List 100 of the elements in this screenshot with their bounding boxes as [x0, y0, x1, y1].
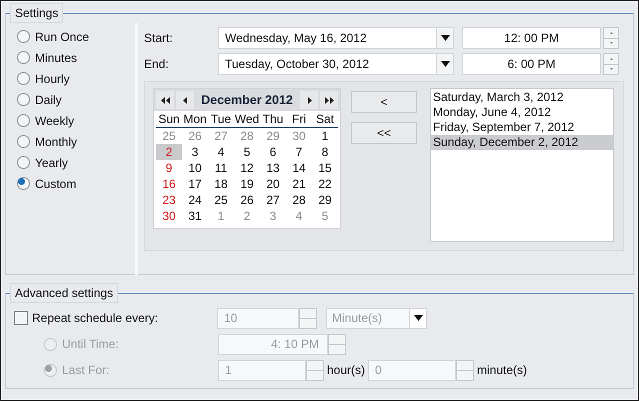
up-arrow-icon	[610, 58, 612, 60]
calendar-day[interactable]: 14	[286, 160, 312, 176]
number-field: 1	[218, 360, 306, 380]
radio-label: Monthly	[35, 134, 78, 150]
radio-label: Weekly	[35, 112, 74, 130]
previous-year-button[interactable]	[156, 91, 174, 109]
weekday-header: Mon	[182, 112, 208, 128]
calendar-month-title: December 2012	[200, 92, 294, 109]
calendar-day[interactable]: 21	[286, 176, 312, 192]
radio-button[interactable]	[17, 30, 30, 43]
next-year-button[interactable]	[320, 91, 338, 109]
calendar-day[interactable]: 6	[260, 144, 286, 160]
radio-label: Hourly	[35, 70, 70, 88]
spin-buttons[interactable]	[603, 27, 619, 49]
date-value: Tuesday, October 30, 2012	[225, 56, 370, 73]
weekday-header: Sun	[156, 112, 182, 128]
calendar-day[interactable]: 13	[260, 160, 286, 176]
date-value: Wednesday, May 16, 2012	[225, 30, 368, 47]
double-left-arrow-icon	[160, 96, 170, 104]
radio-button[interactable]	[17, 114, 30, 127]
date-dropdown[interactable]: Wednesday, May 16, 2012	[218, 27, 454, 49]
calendar-day[interactable]: 22	[312, 176, 338, 192]
calendar-day[interactable]: 8	[312, 144, 338, 160]
calendar-day[interactable]: 12	[234, 160, 260, 176]
time-field: 4: 10 PM	[218, 334, 328, 354]
field-label: Start:	[143, 30, 174, 47]
calendar-day[interactable]: 7	[286, 144, 312, 160]
calendar-day[interactable]: 10	[182, 160, 208, 176]
date-list-item[interactable]: Sunday, December 2, 2012	[431, 135, 613, 150]
dropdown-value: Minute(s)	[332, 310, 384, 327]
date-list-item[interactable]: Friday, September 7, 2012	[431, 120, 613, 135]
field-label: End:	[143, 56, 170, 73]
calendar-day[interactable]: 26	[234, 192, 260, 208]
calendar-day[interactable]: 29	[312, 192, 338, 208]
calendar-day[interactable]: 16	[156, 176, 182, 192]
calendar-day[interactable]: 11	[208, 160, 234, 176]
calendar-day[interactable]: 28	[286, 192, 312, 208]
spin-buttons[interactable]	[306, 360, 324, 380]
date-list-item[interactable]: Monday, June 4, 2012	[431, 105, 613, 120]
calendar-day[interactable]: 31	[182, 208, 208, 224]
checkbox-label: Repeat schedule every:	[32, 310, 160, 327]
dropdown-button[interactable]	[436, 54, 453, 74]
radio-label: Run Once	[35, 28, 90, 46]
radio-button[interactable]	[17, 177, 30, 190]
unit-label: hour(s)	[327, 362, 366, 379]
radio-button[interactable]	[17, 135, 30, 148]
down-arrow-icon	[610, 68, 612, 70]
weekday-header: Wed	[234, 112, 260, 128]
calendar-day[interactable]: 18	[208, 176, 234, 192]
previous-month-button[interactable]	[176, 91, 194, 109]
calendar-day[interactable]: 5	[234, 144, 260, 160]
calendar-day[interactable]: 19	[234, 176, 260, 192]
spin-buttons[interactable]	[603, 53, 619, 75]
dropdown-button[interactable]	[436, 28, 453, 48]
remove-date-button[interactable]: <<	[351, 122, 417, 144]
weekday-header: Sat	[312, 112, 338, 128]
down-arrow-icon	[610, 42, 612, 44]
calendar-day[interactable]: 20	[260, 176, 286, 192]
calendar-day[interactable]: 27	[260, 192, 286, 208]
spin-buttons[interactable]	[299, 308, 317, 328]
time-field[interactable]: 6: 00 PM	[462, 53, 601, 75]
caret-down-icon	[414, 315, 422, 321]
radio-label: Custom	[35, 176, 76, 192]
calendar-day[interactable]: 24	[182, 192, 208, 208]
radio-button[interactable]	[17, 93, 30, 106]
number-field: 0	[368, 360, 456, 380]
date-list-item[interactable]: Saturday, March 3, 2012	[431, 90, 613, 105]
time-field[interactable]: 12: 00 PM	[462, 27, 601, 49]
weekday-header: Fri	[286, 112, 312, 128]
calendar-day[interactable]: 25	[208, 192, 234, 208]
unit-label: minute(s)	[477, 362, 528, 379]
calendar-day[interactable]: 3	[182, 144, 208, 160]
calendar-day[interactable]: 17	[182, 176, 208, 192]
calendar-day[interactable]: 23	[156, 192, 182, 208]
calendar-day[interactable]: 4	[208, 144, 234, 160]
remove-date-button[interactable]: <	[351, 91, 417, 113]
calendar-day[interactable]: 30	[156, 208, 182, 224]
radio-button[interactable]	[17, 72, 30, 85]
calendar-day[interactable]: 15	[312, 160, 338, 176]
weekday-header: Thu	[260, 112, 286, 128]
date-dropdown[interactable]: Tuesday, October 30, 2012	[218, 53, 454, 75]
spin-buttons[interactable]	[456, 360, 474, 380]
number-field: 10	[217, 308, 299, 328]
calendar-day[interactable]: 9	[156, 160, 182, 176]
radio-label: Minutes	[35, 50, 78, 66]
group-title: Settings	[10, 3, 64, 23]
up-arrow-icon	[610, 32, 612, 34]
radio-label: Until Time:	[62, 336, 119, 353]
radio-label: Yearly	[35, 154, 68, 172]
right-arrow-icon	[306, 96, 312, 104]
radio-button[interactable]	[17, 51, 30, 64]
radio-label: Daily	[35, 92, 62, 108]
radio-button[interactable]	[17, 156, 30, 169]
weekday-header: Tue	[208, 112, 234, 128]
spin-buttons[interactable]	[328, 334, 346, 354]
left-arrow-icon	[182, 96, 188, 104]
dropdown-button[interactable]	[409, 308, 426, 328]
next-month-button[interactable]	[300, 91, 318, 109]
calendar-day[interactable]: 1	[312, 128, 338, 144]
caret-down-icon	[440, 61, 450, 67]
